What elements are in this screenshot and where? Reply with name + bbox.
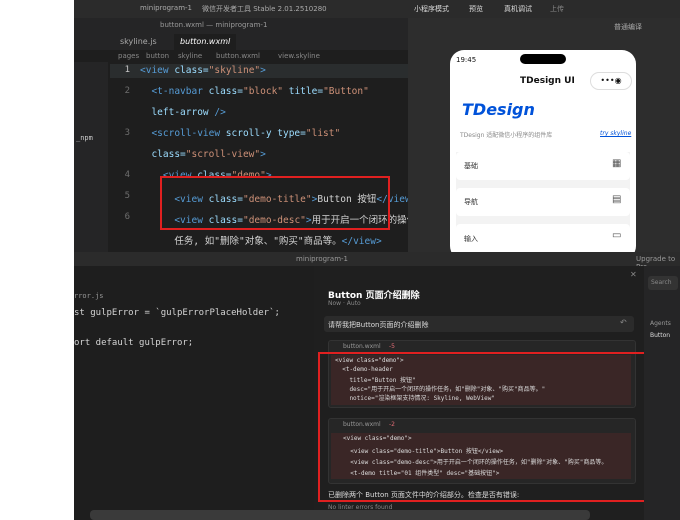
crumb-skyline[interactable]: skyline	[178, 50, 202, 62]
list-item-label: 导航	[464, 198, 478, 206]
code-line: left-arrow />	[140, 107, 226, 118]
code-line: <view class="skyline">	[140, 65, 266, 76]
capsule-menu-icon[interactable]: •••◉	[590, 72, 632, 90]
agents-search-input[interactable]: Search	[648, 276, 678, 290]
tab-button-wxml[interactable]: button.wxml	[174, 34, 237, 50]
phone-desc: TDesign 适配微信小程序的组件库	[460, 132, 553, 139]
agent-item[interactable]: Button	[650, 332, 670, 339]
chat-meta: Now · Auto	[328, 300, 361, 307]
line-number: 4	[124, 170, 130, 180]
user-message: 请帮我把Button页面的介绍删除 ↶	[324, 316, 634, 332]
undo-icon[interactable]: ↶	[620, 318, 627, 327]
mode-select[interactable]: 小程序模式	[414, 4, 449, 14]
list-item[interactable]: 基础 ▦	[456, 152, 630, 180]
code-line: st gulpError = `gulpErrorPlaceHolder`;	[74, 308, 280, 318]
preview-button[interactable]: 预览	[469, 4, 483, 14]
line-number: 1	[124, 65, 130, 75]
desktop-background	[0, 0, 74, 520]
panel-title: miniprogram-1	[296, 255, 349, 263]
list-item-label: 输入	[464, 235, 478, 243]
code-line: ort default gulpError;	[74, 338, 194, 348]
input-icon: ▭	[612, 230, 622, 241]
file-editor-left[interactable]: rror.js st gulpError = `gulpErrorPlaceHo…	[74, 266, 314, 520]
crumb-symbol[interactable]: view.skyline	[278, 50, 320, 62]
grid-icon: ▦	[612, 158, 622, 169]
diff-file[interactable]: button.wxml	[343, 343, 381, 350]
window-titlebar: miniprogram-1 微信开发者工具 Stable 2.01.251028…	[74, 0, 680, 19]
tdesign-logo: TDesign	[462, 100, 535, 119]
tab-skyline-js[interactable]: skyline.js	[114, 34, 163, 50]
dynamic-island	[520, 54, 566, 64]
code-editor[interactable]: _npm 12345678<view class="skyline"> <t-n…	[74, 62, 408, 252]
code-line: 任务, 如"删除"对象、"购买"商品等。</view>	[140, 236, 382, 247]
editor-tabs: skyline.js button.wxml	[74, 34, 408, 50]
project-name: miniprogram-1	[140, 4, 193, 12]
crumb-button[interactable]: button	[146, 50, 169, 62]
tool-version: 微信开发者工具 Stable 2.01.2510280	[202, 5, 327, 13]
table-icon: ▤	[612, 194, 622, 205]
breadcrumb: pages button skyline button.wxml view.sk…	[74, 50, 408, 62]
line-number: 5	[124, 191, 130, 201]
agents-label: Agents	[650, 320, 671, 327]
line-number: 3	[124, 128, 130, 138]
highlight-box-chat	[318, 352, 652, 502]
list-item-label: 基础	[464, 162, 478, 170]
crumb-pages[interactable]: pages	[118, 50, 139, 62]
line-number: 6	[124, 212, 130, 222]
code-line: <scroll-view scroll-y type="list"	[140, 128, 341, 139]
bottom-panel-header: miniprogram-1 Upgrade to Pro	[74, 252, 680, 271]
diff-stat: -5	[389, 343, 395, 350]
user-message-text: 请帮我把Button页面的介绍删除	[328, 321, 429, 329]
real-debug-button[interactable]: 真机调试	[504, 4, 532, 14]
list-item[interactable]: 导航 ▤	[456, 188, 630, 216]
explorer-sidebar: _npm	[74, 62, 108, 252]
component-list: 基础 ▦ 导航 ▤ 输入 ▭	[456, 152, 630, 260]
agents-sidebar: Search Agents Button	[644, 266, 680, 520]
chat-summary: 已删除两个 Button 页面文件中的介绍部分。检查是否有错误:	[328, 491, 520, 499]
code-line: <t-navbar class="block" title="Button"	[140, 86, 369, 97]
editor-window-title: button.wxml — miniprogram-1	[160, 21, 268, 29]
try-skyline-link[interactable]: try skyline	[600, 130, 631, 137]
compile-mode[interactable]: 普通编译	[614, 22, 642, 32]
file-ref: rror.js	[74, 292, 104, 300]
macos-dock[interactable]	[90, 510, 590, 520]
line-number: 2	[124, 86, 130, 96]
phone-simulator[interactable]: 19:45 TDesign UI •••◉ TDesign TDesign 适配…	[450, 50, 636, 260]
ai-chat-panel: Button 页面介绍删除 Now · Auto ✕ 请帮我把Button页面的…	[314, 266, 652, 520]
editor-title-bar: button.wxml — miniprogram-1	[74, 18, 408, 34]
explorer-item[interactable]: _npm	[76, 134, 93, 142]
close-icon[interactable]: ✕	[630, 270, 637, 279]
phone-time: 19:45	[456, 56, 477, 64]
nav-title: TDesign UI	[520, 76, 575, 86]
code-line: class="scroll-view">	[140, 149, 266, 160]
crumb-file[interactable]: button.wxml	[216, 50, 260, 62]
upload-button[interactable]: 上传	[550, 4, 564, 14]
highlight-box-editor	[160, 176, 390, 230]
